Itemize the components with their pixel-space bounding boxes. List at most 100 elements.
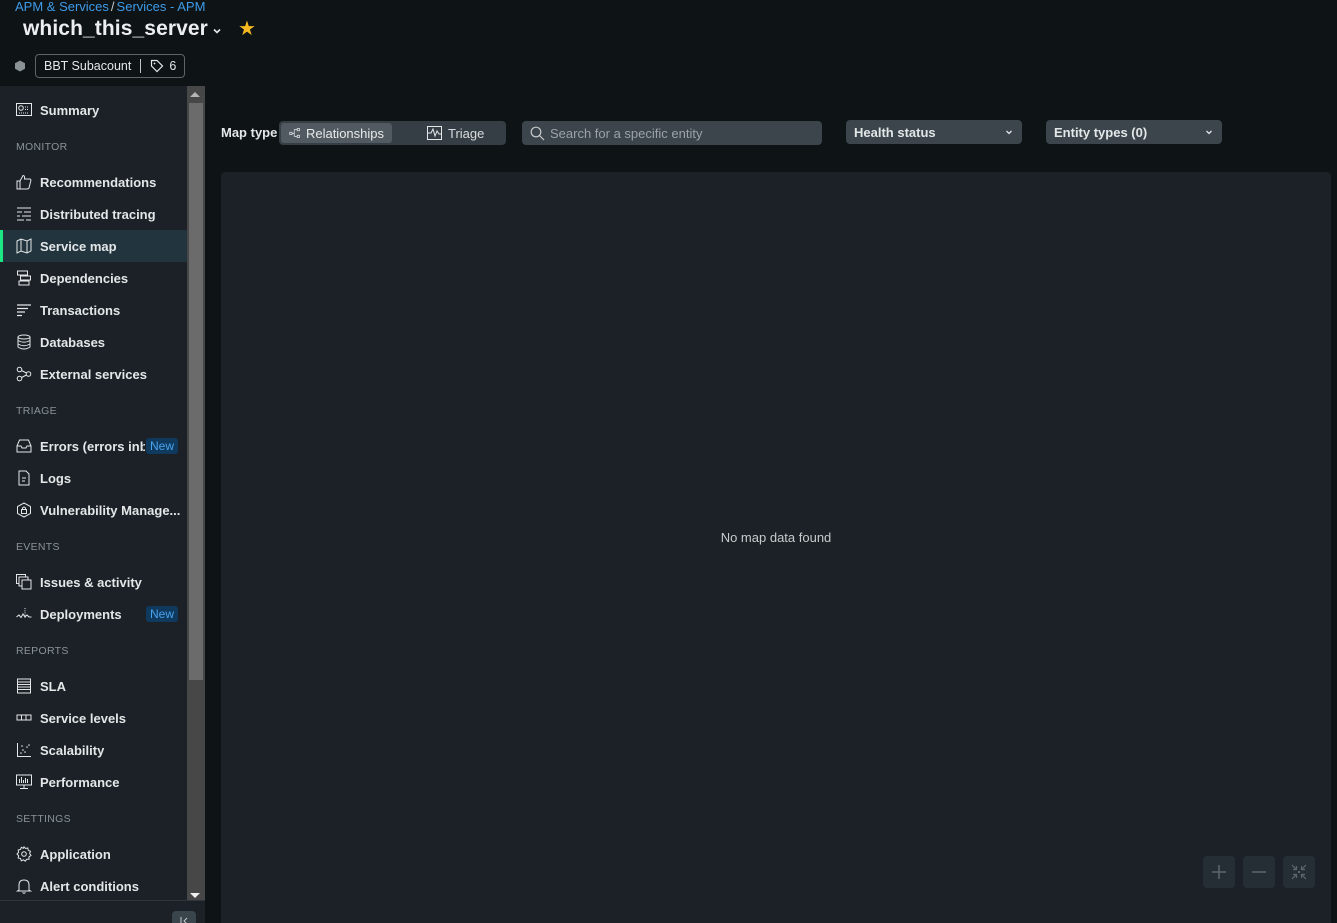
sidebar-item-service-map[interactable]: Service map bbox=[0, 230, 187, 262]
new-badge: New bbox=[145, 606, 178, 622]
map-icon bbox=[16, 238, 32, 254]
transactions-icon bbox=[17, 304, 31, 317]
chip-divider bbox=[140, 59, 142, 73]
minus-icon bbox=[1252, 871, 1266, 873]
sidebar-item-summary[interactable]: Summary bbox=[0, 94, 187, 126]
sidebar-item-label: Deployments bbox=[40, 606, 122, 622]
entity-types-label: Entity types (0) bbox=[1054, 124, 1148, 140]
account-row: BBT Subacount 6 bbox=[14, 54, 186, 78]
sidebar-item-sla[interactable]: SLA bbox=[0, 670, 187, 702]
sidebar-item-application[interactable]: Application bbox=[0, 838, 187, 870]
entity-search[interactable] bbox=[522, 121, 822, 145]
sidebar-item-label: Transactions bbox=[40, 302, 121, 318]
breadcrumb-apm-services[interactable]: APM & Services bbox=[15, 0, 109, 14]
sidebar-item-errors-inbox[interactable]: Errors (errors inbox) New bbox=[0, 430, 187, 462]
map-type-label: Map type bbox=[221, 125, 278, 140]
map-type-triage[interactable]: Triage bbox=[419, 123, 492, 143]
health-status-label: Health status bbox=[854, 124, 936, 140]
issues-icon bbox=[16, 574, 32, 590]
title-row: which_this_server ★ bbox=[23, 17, 256, 41]
sidebar-item-label: Alert conditions bbox=[40, 878, 139, 894]
favorite-star-icon[interactable]: ★ bbox=[238, 19, 256, 39]
tag-count: 6 bbox=[169, 59, 177, 73]
sidebar-item-label: Recommendations bbox=[40, 174, 157, 190]
sidebar-item-label: Issues & activity bbox=[40, 574, 142, 590]
section-triage: TRIAGE bbox=[16, 405, 57, 417]
sidebar-item-label: Logs bbox=[40, 470, 72, 486]
search-input[interactable] bbox=[550, 125, 810, 141]
chevron-down-icon bbox=[1206, 130, 1212, 135]
sidebar-item-label: Dependencies bbox=[40, 270, 129, 286]
sidebar-item-scalability[interactable]: Scalability bbox=[0, 734, 187, 766]
scatter-icon bbox=[17, 743, 31, 757]
map-type-segmented-control: Relationships Triage bbox=[279, 121, 506, 145]
external-services-icon bbox=[16, 366, 32, 382]
map-type-label-relationships: Relationships bbox=[305, 125, 384, 141]
sidebar-item-label: Service levels bbox=[40, 710, 127, 726]
sidebar-item-label: Vulnerability Manage... bbox=[40, 502, 181, 518]
database-icon bbox=[17, 334, 31, 350]
section-settings: SETTINGS bbox=[16, 813, 71, 825]
inbox-icon bbox=[16, 439, 32, 453]
health-status-dropdown[interactable]: Health status bbox=[846, 120, 1022, 144]
fit-to-screen-button[interactable] bbox=[1283, 856, 1315, 888]
summary-icon bbox=[16, 103, 32, 116]
map-type-label-triage: Triage bbox=[448, 125, 485, 141]
deployments-icon bbox=[16, 608, 32, 619]
tag-icon bbox=[151, 59, 164, 73]
sidebar-item-issues-activity[interactable]: Issues & activity bbox=[0, 566, 187, 598]
sidebar-item-transactions[interactable]: Transactions bbox=[0, 294, 187, 326]
sidebar-item-deployments[interactable]: Deployments New bbox=[0, 598, 187, 630]
map-type-relationships[interactable]: Relationships bbox=[281, 123, 392, 143]
sidebar-item-performance[interactable]: Performance bbox=[0, 766, 187, 798]
sidebar-item-external-services[interactable]: External services bbox=[0, 358, 187, 390]
sidebar-item-dependencies[interactable]: Dependencies bbox=[0, 262, 187, 294]
sidebar: Summary MONITOR Recommendations Distribu… bbox=[0, 86, 187, 923]
document-icon bbox=[18, 470, 30, 486]
sidebar-item-label: Errors (errors inbox) bbox=[40, 438, 145, 454]
sidebar-item-databases[interactable]: Databases bbox=[0, 326, 187, 358]
sidebar-scroll-thumb[interactable] bbox=[189, 103, 203, 680]
sidebar-item-label: Service map bbox=[40, 238, 117, 254]
sidebar-item-label: Application bbox=[40, 846, 111, 862]
collapse-icon bbox=[180, 917, 188, 923]
breadcrumb-services-apm[interactable]: Services - APM bbox=[117, 0, 206, 14]
tracing-icon bbox=[17, 207, 31, 221]
section-reports: REPORTS bbox=[16, 645, 69, 657]
zoom-in-button[interactable] bbox=[1203, 856, 1235, 888]
scroll-up-arrow-icon[interactable] bbox=[190, 92, 200, 97]
sidebar-item-service-levels[interactable]: Service levels bbox=[0, 702, 187, 734]
sidebar-item-label: Databases bbox=[40, 334, 106, 350]
page-right-edge bbox=[1331, 172, 1337, 923]
collapse-arrows-icon bbox=[1291, 864, 1307, 880]
scroll-down-arrow-icon[interactable] bbox=[190, 893, 200, 898]
breadcrumb: APM & Services / Services - APM bbox=[15, 0, 205, 14]
chevron-down-icon bbox=[1006, 130, 1012, 135]
gear-icon bbox=[16, 846, 32, 862]
sidebar-item-alert-conditions[interactable]: Alert conditions bbox=[0, 870, 187, 902]
sidebar-item-recommendations[interactable]: Recommendations bbox=[0, 166, 187, 198]
sidebar-item-label: External services bbox=[40, 366, 147, 382]
search-icon bbox=[530, 126, 545, 140]
shield-lock-icon bbox=[17, 502, 31, 518]
empty-state-message: No map data found bbox=[720, 530, 832, 545]
zoom-out-button[interactable] bbox=[1243, 856, 1275, 888]
service-map-canvas[interactable]: No map data found bbox=[221, 172, 1331, 923]
chevron-down-icon[interactable] bbox=[212, 26, 222, 36]
sidebar-item-label: Scalability bbox=[40, 742, 105, 758]
collapse-sidebar-button[interactable] bbox=[172, 911, 196, 923]
entity-hexagon-icon bbox=[15, 60, 25, 72]
account-tag-chip[interactable]: BBT Subacount 6 bbox=[35, 54, 186, 78]
sidebar-item-vulnerability-management[interactable]: Vulnerability Manage... bbox=[0, 494, 187, 526]
relationships-icon bbox=[289, 128, 300, 138]
bell-icon bbox=[16, 879, 32, 894]
section-events: EVENTS bbox=[16, 541, 60, 553]
entity-types-dropdown[interactable]: Entity types (0) bbox=[1046, 120, 1222, 144]
sidebar-item-distributed-tracing[interactable]: Distributed tracing bbox=[0, 198, 187, 230]
sla-icon bbox=[17, 678, 31, 694]
triage-chart-icon bbox=[427, 126, 442, 140]
sidebar-item-logs[interactable]: Logs bbox=[0, 462, 187, 494]
plus-icon bbox=[1212, 865, 1226, 879]
page-title[interactable]: which_this_server bbox=[23, 17, 208, 41]
dependencies-icon bbox=[17, 270, 31, 286]
